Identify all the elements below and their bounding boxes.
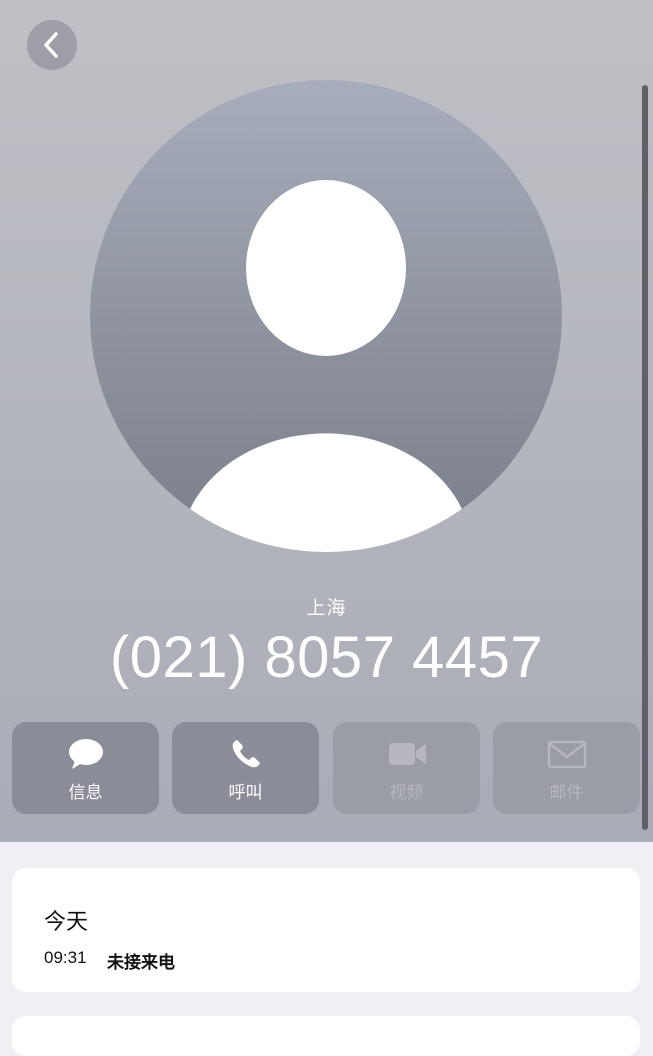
message-label: 信息 bbox=[68, 783, 103, 803]
scrollbar[interactable] bbox=[642, 85, 648, 830]
avatar-head bbox=[246, 180, 406, 356]
recent-day: 今天 bbox=[44, 910, 89, 935]
phone-icon bbox=[232, 740, 260, 768]
back-button[interactable] bbox=[27, 20, 77, 70]
mail-label: 邮件 bbox=[549, 783, 584, 803]
call-button[interactable]: 呼叫 bbox=[172, 722, 319, 814]
contact-avatar bbox=[90, 80, 562, 552]
chevron-left-icon bbox=[44, 32, 58, 58]
video-label: 视频 bbox=[389, 783, 424, 803]
contact-phone-number[interactable]: (021) 8057 4457 bbox=[0, 624, 653, 691]
action-buttons: 信息 呼叫 视频 邮件 bbox=[12, 722, 640, 814]
call-label: 呼叫 bbox=[228, 783, 263, 803]
contact-header: 上海 (021) 8057 4457 信息 呼叫 视频 邮件 bbox=[0, 0, 653, 842]
next-card bbox=[12, 1016, 640, 1056]
video-button[interactable]: 视频 bbox=[333, 722, 480, 814]
envelope-icon bbox=[547, 740, 586, 769]
message-button[interactable]: 信息 bbox=[12, 722, 159, 814]
video-camera-icon bbox=[388, 743, 426, 765]
call-status: 未接来电 bbox=[107, 953, 175, 973]
avatar-body bbox=[180, 433, 472, 552]
message-bubble-icon bbox=[68, 739, 103, 769]
recent-calls-card: 今天 09:31 未接来电 bbox=[12, 868, 640, 992]
mail-button[interactable]: 邮件 bbox=[493, 722, 640, 814]
call-time: 09:31 bbox=[44, 948, 87, 967]
contact-location: 上海 bbox=[306, 597, 347, 619]
